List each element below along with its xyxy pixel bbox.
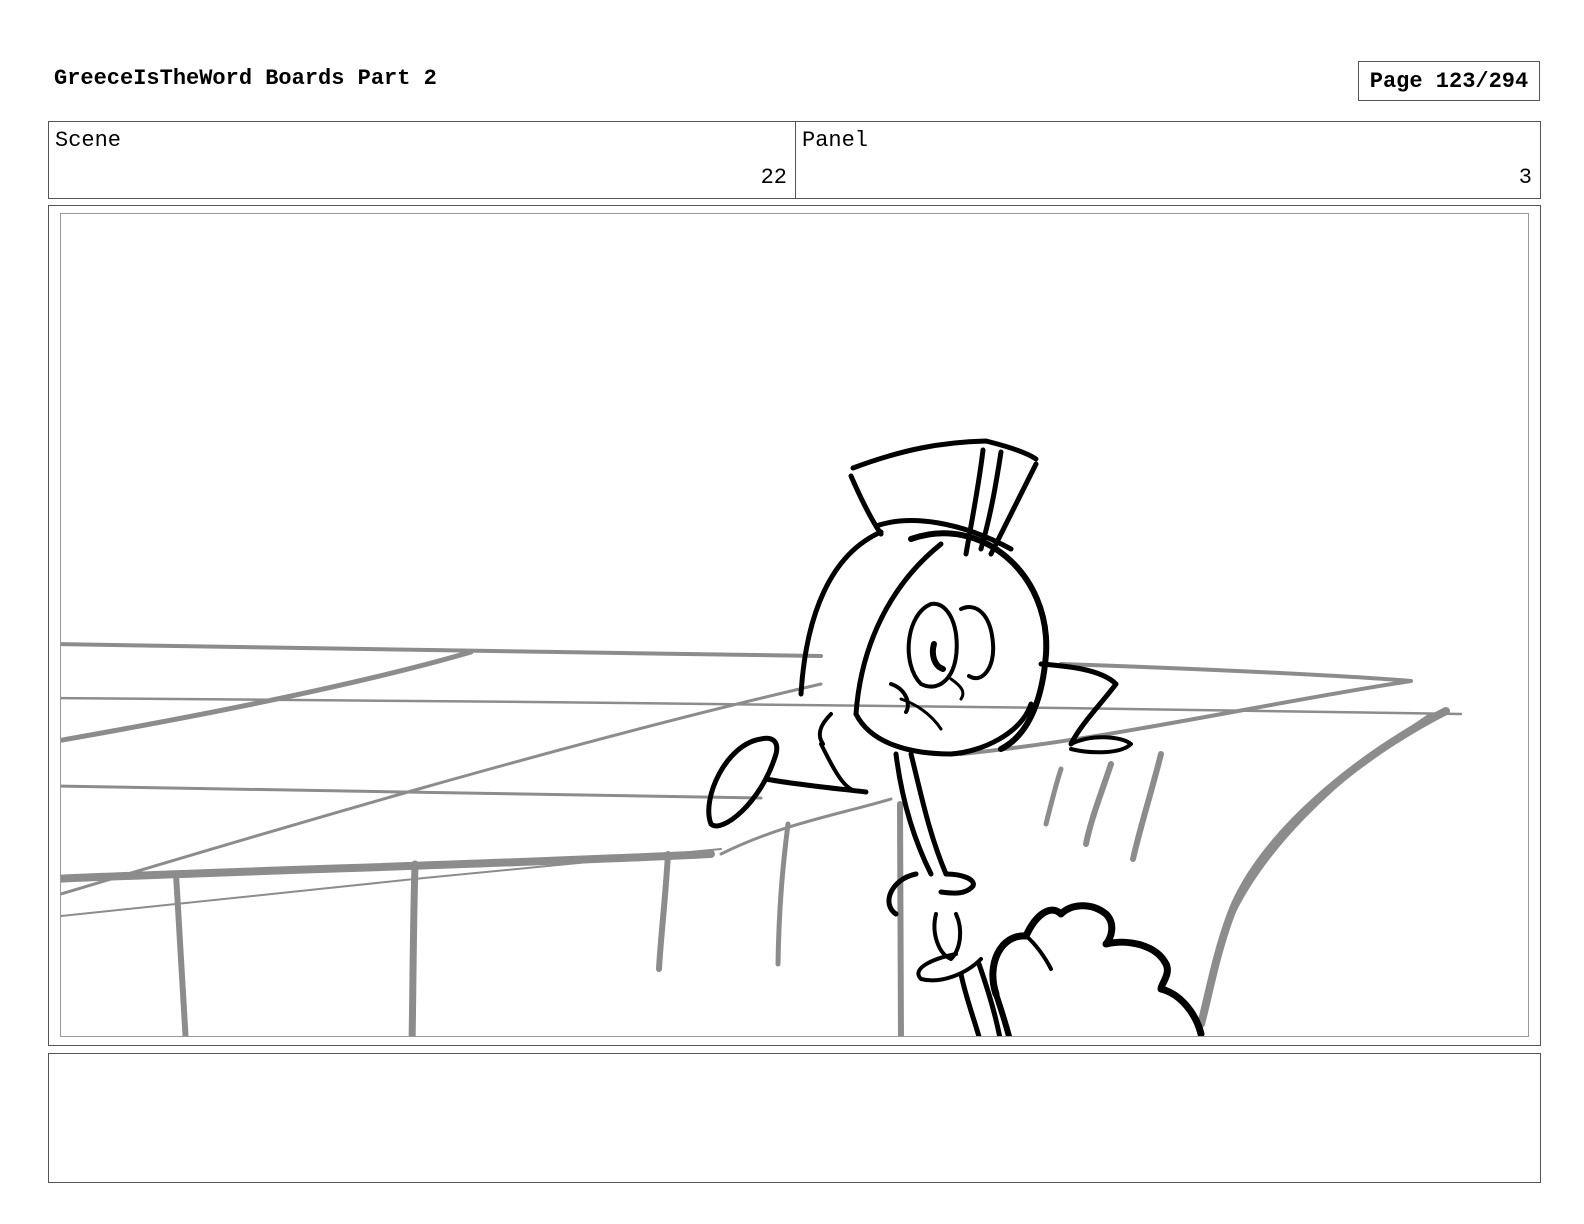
page-number-box: Page 123/294	[1358, 61, 1540, 101]
storyboard-frame	[48, 205, 1541, 1046]
character-sketch	[706, 438, 1205, 1036]
panel-label: Panel	[802, 128, 869, 153]
sketch-drawing	[61, 438, 1463, 1036]
notes-box	[48, 1053, 1541, 1183]
page-number: Page 123/294	[1369, 68, 1529, 94]
scene-cell: Scene 22	[49, 122, 796, 198]
panel-cell: Panel 3	[796, 122, 1540, 198]
scene-number: 22	[760, 165, 787, 190]
storyboard-panel-drawing	[60, 213, 1529, 1037]
document-title: GreeceIsTheWord Boards Part 2	[54, 66, 437, 91]
panel-number: 3	[1518, 165, 1532, 190]
scene-panel-info-row: Scene 22 Panel 3	[48, 121, 1541, 199]
scene-label: Scene	[55, 128, 122, 153]
wall-sketch	[61, 642, 1463, 1036]
